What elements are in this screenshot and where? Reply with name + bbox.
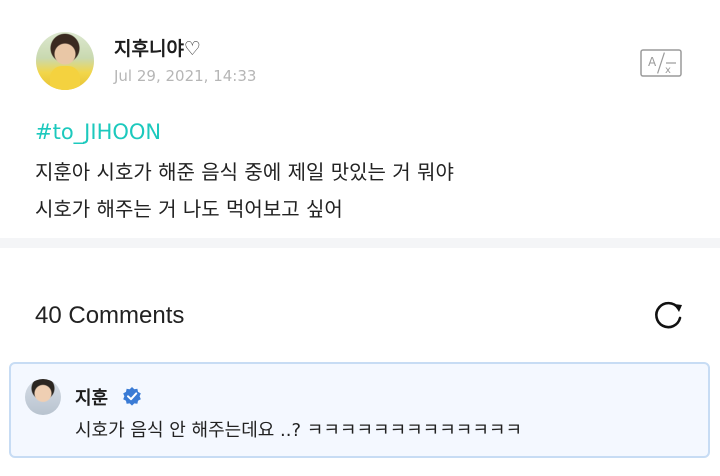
author-avatar[interactable] bbox=[36, 32, 94, 90]
post-hashtag[interactable]: #to_JIHOON bbox=[35, 120, 161, 144]
comment-item: 지훈 시호가 음식 안 해주는데요 ..? ㅋㅋㅋㅋㅋㅋㅋㅋㅋㅋㅋㅋㅋ bbox=[9, 362, 710, 458]
comment-text: 시호가 음식 안 해주는데요 ..? ㅋㅋㅋㅋㅋㅋㅋㅋㅋㅋㅋㅋㅋ bbox=[75, 420, 523, 441]
post: 지후니야♡ Jul 29, 2021, 14:33 A x #to_JIHOON… bbox=[0, 0, 720, 238]
svg-text:A: A bbox=[648, 55, 657, 69]
translate-icon[interactable]: A x bbox=[640, 49, 682, 77]
svg-text:x: x bbox=[665, 65, 671, 76]
commenter-avatar[interactable] bbox=[25, 379, 61, 415]
verified-badge-icon bbox=[123, 387, 141, 406]
comments-count: 40 Comments bbox=[35, 302, 185, 329]
post-timestamp: Jul 29, 2021, 14:33 bbox=[114, 67, 257, 85]
refresh-icon[interactable] bbox=[650, 298, 686, 334]
post-text-line: 시호가 해주는 거 나도 먹어보고 싶어 bbox=[35, 197, 343, 221]
section-divider bbox=[0, 238, 720, 248]
commenter-name[interactable]: 지훈 bbox=[75, 384, 108, 410]
author-username[interactable]: 지후니야♡ bbox=[114, 34, 201, 61]
post-text-line: 지훈아 시호가 해준 음식 중에 제일 맛있는 거 뭐야 bbox=[35, 160, 454, 184]
